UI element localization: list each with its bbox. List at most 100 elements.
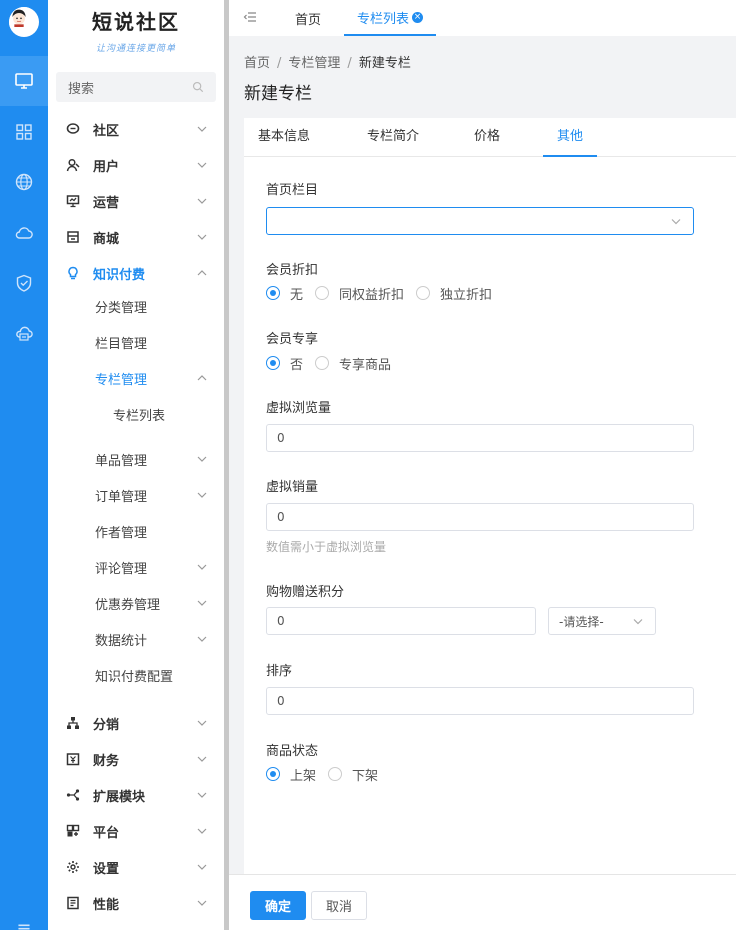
tab-intro[interactable]: 专栏简介 [367,118,419,157]
tab-special-list[interactable]: 专栏列表 × [344,0,437,36]
menu-finance-label: 财务 [93,753,120,769]
exclusive-yes-radio[interactable]: 专享商品 [315,354,391,373]
menu-column-mgmt-label: 栏目管理 [95,336,148,352]
user-icon [66,158,80,172]
top-tab-bar: 首页 专栏列表 × [229,0,736,36]
rail-monitor[interactable] [0,56,48,106]
rail-cloud-service[interactable] [0,309,48,359]
rail-collapse[interactable] [0,912,48,930]
menu-column-mgmt[interactable]: 栏目管理 [48,324,224,360]
share-nodes-icon [66,789,80,801]
menu-comment-mgmt[interactable]: 评论管理 [48,549,224,585]
presentation-icon [66,195,80,208]
menu-settings[interactable]: 设置 [48,849,224,885]
rail-globe[interactable] [0,157,48,207]
finance-icon [66,753,80,766]
cancel-button[interactable]: 取消 [311,891,368,920]
menu-extensions[interactable]: 扩展模块 [48,777,224,813]
collapse-menu-icon[interactable] [243,10,257,24]
chevron-down-icon [197,162,207,168]
menu-item-mgmt-label: 单品管理 [95,453,148,469]
points-label: 购物赠送积分 [266,585,345,600]
tab-price[interactable]: 价格 [474,118,500,157]
menu-special-list[interactable]: 专栏列表 [48,396,224,432]
exclusive-no-radio[interactable]: 否 [266,354,303,373]
sort-input[interactable]: 0 [266,687,694,715]
points-type-select[interactable]: -请选择- [548,607,656,635]
rail-shield[interactable] [0,258,48,308]
search-input[interactable]: 搜索 [68,78,192,97]
monitor-icon [15,73,33,89]
menu-mall[interactable]: 商城 [48,219,224,255]
icon-rail [0,0,48,930]
discount-same-radio[interactable]: 同权益折扣 [315,284,404,303]
menu-coupon-mgmt[interactable]: 优惠券管理 [48,585,224,621]
menu-item-mgmt[interactable]: 单品管理 [48,441,224,477]
menu-coupon-mgmt-label: 优惠券管理 [95,597,161,613]
status-on-radio[interactable]: 上架 [266,765,316,784]
menu-lines-icon [18,924,30,930]
menu-author-mgmt-label: 作者管理 [95,525,148,541]
menu-data-stats[interactable]: 数据统计 [48,621,224,657]
menu-operations-label: 运营 [93,195,120,211]
menu-special-list-label: 专栏列表 [113,408,166,424]
virtual-sales-input[interactable]: 0 [266,503,694,531]
avatar[interactable] [9,7,39,37]
menu-performance[interactable]: 性能 [48,885,224,921]
exclusive-no-label: 否 [290,357,304,373]
menu-community[interactable]: 社区 [48,111,224,147]
menu-platform[interactable]: 平台 [48,813,224,849]
points-select-value: -请选择- [559,614,604,629]
chevron-down-icon [197,126,207,132]
form-tabs: 基本信息 专栏简介 价格 其他 [244,118,736,157]
menu-author-mgmt[interactable]: 作者管理 [48,513,224,549]
tab-basic-info[interactable]: 基本信息 [258,118,310,157]
rail-apps[interactable] [0,107,48,157]
chevron-down-icon [197,900,207,906]
chevron-down-icon [197,564,207,570]
menu-mall-label: 商城 [93,231,120,247]
menu-operations[interactable]: 运营 [48,183,224,219]
breadcrumb-current: 新建专栏 [358,56,411,71]
confirm-button[interactable]: 确定 [250,891,307,920]
member-exclusive-label: 会员专享 [266,332,319,347]
discount-none-radio[interactable]: 无 [266,284,303,303]
lightbulb-icon [68,266,78,280]
status-off-radio[interactable]: 下架 [328,765,378,784]
chevron-up-icon [197,270,207,276]
menu-category-mgmt[interactable]: 分类管理 [48,288,224,324]
chevron-down-icon [197,456,207,462]
menu-special-mgmt[interactable]: 专栏管理 [48,360,224,396]
sort-value: 0 [277,694,285,708]
main-content: 首页 / 专栏管理 / 新建专栏 新建专栏 基本信息 专栏简介 价格 其他 首页栏目 会… [229,36,736,874]
tab-home[interactable]: 首页 [295,0,321,36]
breadcrumb-home[interactable]: 首页 [244,56,270,71]
discount-independent-radio[interactable]: 独立折扣 [416,284,492,303]
sidebar-search[interactable]: 搜索 [56,72,216,102]
brand-slogan: 让沟通连接更简单 [95,44,176,54]
virtual-views-value: 0 [277,431,285,445]
breadcrumb-parent[interactable]: 专栏管理 [288,56,340,71]
home-column-select[interactable] [266,207,694,235]
chevron-down-icon [197,198,207,204]
menu-knowledge-config[interactable]: 知识付费配置 [48,657,224,693]
chevron-down-icon [197,828,207,834]
menu-finance[interactable]: 财务 [48,741,224,777]
virtual-views-input[interactable]: 0 [266,424,694,452]
logo[interactable]: 短说社区 让沟通连接更简单 [48,6,224,62]
menu-distribution[interactable]: 分销 [48,705,224,741]
rail-cloud[interactable] [0,208,48,258]
menu-special-mgmt-label: 专栏管理 [95,372,148,388]
menu-knowledge[interactable]: 知识付费 [48,255,224,291]
close-icon[interactable]: × [412,11,424,23]
status-on-label: 上架 [290,768,317,784]
tab-other[interactable]: 其他 [543,118,598,157]
menu-users[interactable]: 用户 [48,147,224,183]
menu-data-stats-label: 数据统计 [95,633,148,649]
grid-icon [16,124,32,140]
menu-order-mgmt[interactable]: 订单管理 [48,477,224,513]
points-input[interactable]: 0 [266,607,536,635]
chevron-down-icon [197,492,207,498]
chevron-down-icon [633,619,643,625]
menu-distribution-label: 分销 [93,717,120,733]
